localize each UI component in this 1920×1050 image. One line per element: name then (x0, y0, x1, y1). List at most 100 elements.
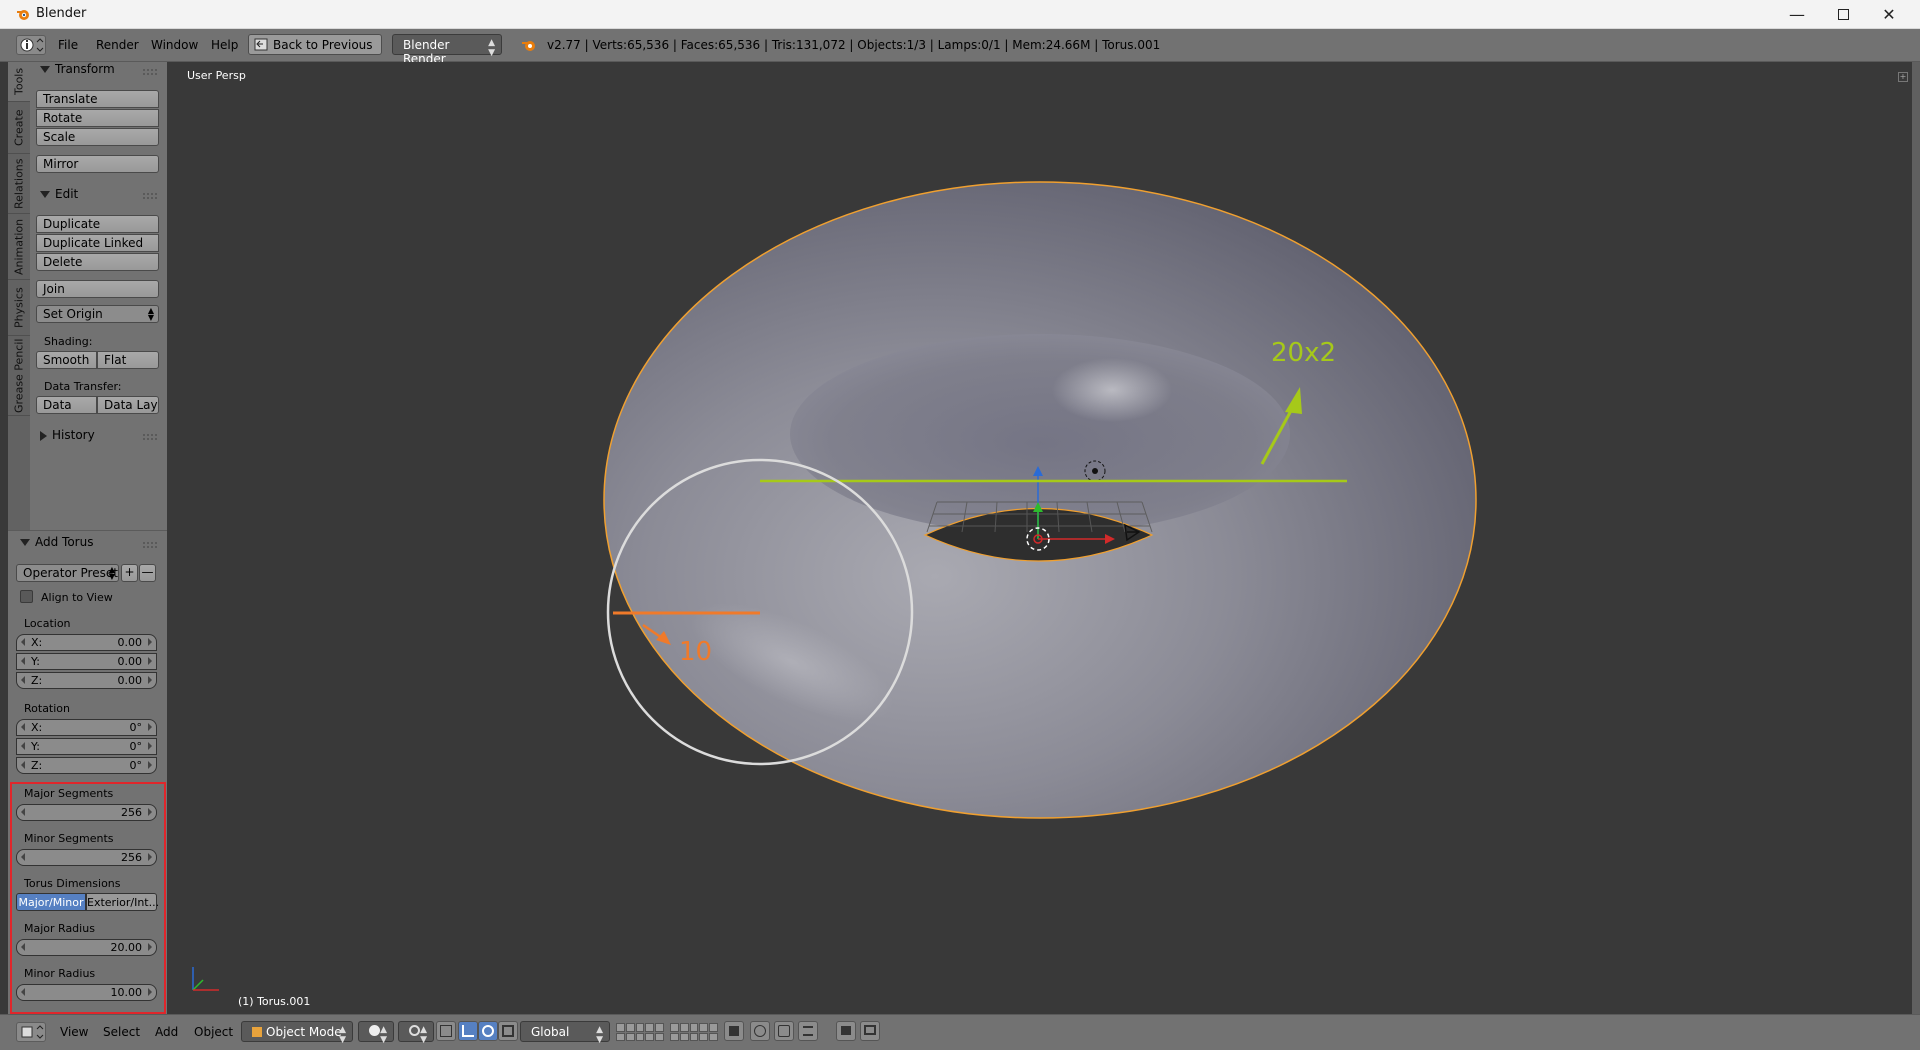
mode-value: Object Mode (266, 1025, 342, 1039)
render-engine-dropdown[interactable]: Blender Render ▲ ▼ (392, 34, 502, 66)
tab-relations[interactable]: Relations (8, 154, 30, 214)
menu-window[interactable]: Window (151, 38, 198, 52)
translate-button[interactable]: Translate (36, 90, 159, 108)
remove-preset-button[interactable]: — (139, 564, 156, 582)
maximize-button[interactable] (1820, 0, 1866, 29)
decrement-arrow-icon (21, 742, 25, 750)
plus-icon: + (124, 565, 135, 579)
minimize-button[interactable]: — (1774, 0, 1820, 29)
manipulator-toggle-button[interactable] (436, 1021, 456, 1041)
editor-type-button[interactable] (16, 1022, 46, 1042)
menu-select[interactable]: Select (103, 1025, 140, 1039)
mode-dropdown[interactable]: Object Mode ▲ ▼ (241, 1021, 353, 1045)
layer-button[interactable] (689, 1032, 699, 1041)
tab-create[interactable]: Create (8, 102, 30, 154)
major-radius-annotation-text: 20x2 (1271, 338, 1337, 368)
viewport-scene (192, 181, 1477, 991)
layer-button[interactable] (635, 1032, 645, 1041)
axis-x-label: X: (31, 721, 43, 734)
layer-button[interactable] (625, 1032, 635, 1041)
rotate-button[interactable]: Rotate (36, 109, 159, 127)
location-x-field[interactable]: X: 0.00 (16, 634, 157, 651)
menu-object[interactable]: Object (194, 1025, 233, 1039)
panel-grip-icon[interactable] (143, 69, 157, 75)
menu-add[interactable]: Add (155, 1025, 178, 1039)
layer-button[interactable] (670, 1032, 679, 1041)
layer-button[interactable] (645, 1032, 655, 1041)
history-panel-header[interactable]: History (40, 428, 95, 442)
layer-button[interactable] (679, 1023, 689, 1032)
editor-type-button[interactable] (16, 35, 46, 55)
translate-manipulator-button[interactable] (458, 1021, 478, 1041)
shading-smooth-button[interactable]: Smooth (36, 351, 97, 369)
shading-flat-button[interactable]: Flat (97, 351, 159, 369)
pivot-point-dropdown[interactable]: ▲ ▼ (398, 1021, 434, 1045)
transform-panel-header[interactable]: Transform (40, 62, 115, 84)
panel-grip-icon[interactable] (143, 434, 157, 440)
layer-button[interactable] (679, 1032, 689, 1041)
transform-orientation-dropdown[interactable]: Global ▲ ▼ (520, 1021, 610, 1045)
layer-button[interactable] (645, 1023, 655, 1032)
layer-button[interactable] (616, 1032, 625, 1041)
add-torus-panel-header[interactable]: Add Torus (20, 535, 93, 549)
layer-button[interactable] (699, 1023, 709, 1032)
scale-button[interactable]: Scale (36, 128, 159, 146)
object-mode-icon (252, 1027, 262, 1037)
layer-button[interactable] (655, 1032, 664, 1041)
viewport-shading-dropdown[interactable]: ▲ ▼ (358, 1021, 394, 1045)
mirror-button[interactable]: Mirror (36, 155, 159, 173)
layer-button[interactable] (699, 1032, 709, 1041)
axis-z-label: Z: (31, 674, 43, 687)
data-transfer-data-button[interactable]: Data (36, 396, 97, 414)
layer-grid-right[interactable] (670, 1023, 718, 1041)
rotation-y-field[interactable]: Y: 0° (16, 738, 157, 755)
delete-button[interactable]: Delete (36, 253, 159, 271)
lock-layers-button[interactable] (724, 1021, 744, 1041)
layer-button[interactable] (670, 1023, 679, 1032)
layer-button[interactable] (625, 1023, 635, 1032)
operator-presets-dropdown[interactable]: Operator Presets ▲ ▼ (16, 564, 119, 582)
layer-button[interactable] (709, 1023, 718, 1032)
layer-grid-left[interactable] (616, 1023, 664, 1041)
location-y-field[interactable]: Y: 0.00 (16, 653, 157, 670)
layer-button[interactable] (616, 1023, 625, 1032)
snap-element-button[interactable] (798, 1021, 818, 1041)
set-origin-dropdown[interactable]: Set Origin ▲ ▼ (36, 305, 159, 323)
duplicate-linked-button[interactable]: Duplicate Linked (36, 234, 159, 252)
rotate-manipulator-button[interactable] (478, 1021, 498, 1041)
viewport-expand-button[interactable]: + (1898, 72, 1908, 82)
rotation-z-field[interactable]: Z: 0° (16, 757, 157, 774)
panel-grip-icon[interactable] (143, 193, 157, 199)
tab-tools[interactable]: Tools (8, 62, 30, 102)
scale-manipulator-button[interactable] (498, 1021, 518, 1041)
menu-render[interactable]: Render (96, 38, 139, 52)
opengl-render-button[interactable] (836, 1021, 856, 1041)
tab-grease-pencil[interactable]: Grease Pencil (8, 336, 30, 416)
snap-toggle-button[interactable] (774, 1021, 794, 1041)
menu-help[interactable]: Help (211, 38, 238, 52)
tab-animation[interactable]: Animation (8, 214, 30, 280)
back-to-previous-button[interactable]: Back to Previous (248, 34, 382, 55)
align-to-view-checkbox[interactable] (20, 590, 33, 603)
panel-grip-icon[interactable] (143, 542, 157, 548)
proportional-editing-icon (754, 1025, 766, 1037)
duplicate-button[interactable]: Duplicate (36, 215, 159, 233)
layer-button[interactable] (655, 1023, 664, 1032)
layer-button[interactable] (635, 1023, 645, 1032)
layer-button[interactable] (709, 1032, 718, 1041)
join-button[interactable]: Join (36, 280, 159, 298)
edit-panel-header[interactable]: Edit (40, 187, 78, 201)
opengl-render-animation-button[interactable] (860, 1021, 880, 1041)
menu-view[interactable]: View (60, 1025, 88, 1039)
close-button[interactable]: ✕ (1866, 0, 1912, 29)
rotation-x-field[interactable]: X: 0° (16, 719, 157, 736)
lock-icon (729, 1026, 739, 1036)
proportional-editing-button[interactable] (750, 1021, 770, 1041)
tab-physics[interactable]: Physics (8, 280, 30, 336)
add-preset-button[interactable]: + (121, 564, 138, 582)
layer-button[interactable] (689, 1023, 699, 1032)
3d-viewport[interactable]: 20x2 10 + (167, 62, 1912, 1014)
location-z-field[interactable]: Z: 0.00 (16, 672, 157, 689)
menu-file[interactable]: File (58, 38, 78, 52)
data-transfer-layout-button[interactable]: Data Layo (97, 396, 159, 414)
